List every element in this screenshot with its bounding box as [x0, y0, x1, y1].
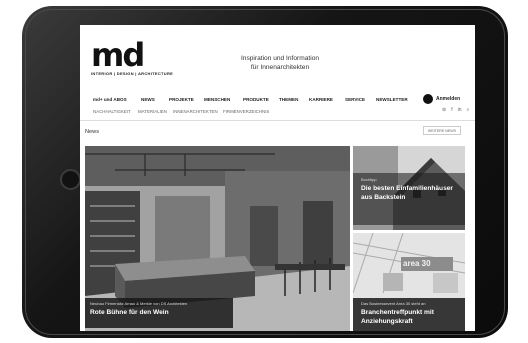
news-card-area30[interactable]: area 30 Das Businessevent Area 30 steht … [353, 233, 465, 331]
buchtipp-caption: Buchtipp Die besten Einfamilienhäuser au… [353, 173, 465, 225]
screen: md INTERIOR | DESIGN | ARCHITECTURE Insp… [80, 25, 475, 331]
nav-item-service[interactable]: SERVICE [345, 97, 365, 102]
login-button[interactable]: Anmelden [423, 93, 460, 105]
nav-item-produkte[interactable]: PRODUKTE [243, 97, 269, 102]
nav-item-newsletter[interactable]: NEWSLETTER [376, 97, 408, 102]
buchtipp-title: Die besten Einfamilienhäuser aus Backste… [361, 185, 453, 201]
area30-title: Branchentreffpunkt mit Anziehungskraft [361, 309, 434, 325]
nav-item-karriere[interactable]: KARRIERE [309, 97, 333, 102]
hero-kicker: Neubau Firmensitz Arnao & Merkle von DS … [90, 301, 188, 306]
buchtipp-kicker: Buchtipp [361, 177, 377, 182]
area30-sign: area 30 [403, 259, 431, 268]
linkedin-icon[interactable]: in [458, 107, 462, 113]
nav-item-abos[interactable]: md+ und ABOS [93, 97, 127, 102]
login-label: Anmelden [436, 96, 461, 102]
news-card-buchtipp[interactable]: Buchtipp Die besten Einfamilienhäuser au… [353, 146, 465, 230]
social-links: ⊚ f in ⌕ [442, 107, 469, 113]
nav-item-menschen[interactable]: MENSCHEN [204, 97, 230, 102]
main-nav: md+ und ABOS NEWS PROJEKTE MENSCHEN PROD… [93, 95, 473, 105]
home-button[interactable] [60, 169, 81, 190]
news-card-hero[interactable]: Neubau Firmensitz Arnao & Merkle von DS … [85, 146, 350, 331]
subnav-item-nachhaltigkeit[interactable]: NACHHALTIGKEIT [93, 109, 131, 114]
facebook-icon[interactable]: f [451, 107, 452, 113]
site-logo[interactable]: md INTERIOR | DESIGN | ARCHITECTURE [91, 36, 174, 76]
tagline: Inspiration und Information für Innenarc… [220, 54, 340, 72]
area30-kicker: Das Businessevent Area 30 steht an [361, 301, 426, 306]
search-icon[interactable]: ⌕ [467, 107, 470, 113]
tagline-line-1: Inspiration und Information [240, 55, 320, 62]
nav-item-projekte[interactable]: PROJEKTE [169, 97, 194, 102]
hero-title: Rote Bühne für den Wein [90, 309, 169, 316]
tagline-line-2: für Innenarchitekten [250, 64, 310, 71]
subnav-item-firmenverzeichnis[interactable]: FIRMENVERZEICHNIS [223, 109, 269, 114]
area30-caption: Das Businessevent Area 30 steht an Branc… [353, 298, 465, 331]
more-news-button[interactable]: WEITERE NEWS [423, 126, 461, 135]
subnav-item-innenarchitekten[interactable]: INNENARCHITEKTEN [173, 109, 218, 114]
subnav-item-materialien[interactable]: MATERIALIEN [138, 109, 167, 114]
hero-caption: Neubau Firmensitz Arnao & Merkle von DS … [85, 298, 233, 328]
logo-subtitle: INTERIOR | DESIGN | ARCHITECTURE [91, 71, 174, 76]
news-heading: News [85, 129, 99, 135]
rss-icon[interactable]: ⊚ [442, 107, 446, 113]
divider [80, 120, 475, 121]
user-icon [423, 94, 433, 104]
logo-text: md [91, 36, 145, 74]
site-header: md INTERIOR | DESIGN | ARCHITECTURE Insp… [80, 25, 475, 87]
nav-item-news[interactable]: NEWS [141, 97, 155, 102]
nav-item-themen[interactable]: THEMEN [279, 97, 298, 102]
